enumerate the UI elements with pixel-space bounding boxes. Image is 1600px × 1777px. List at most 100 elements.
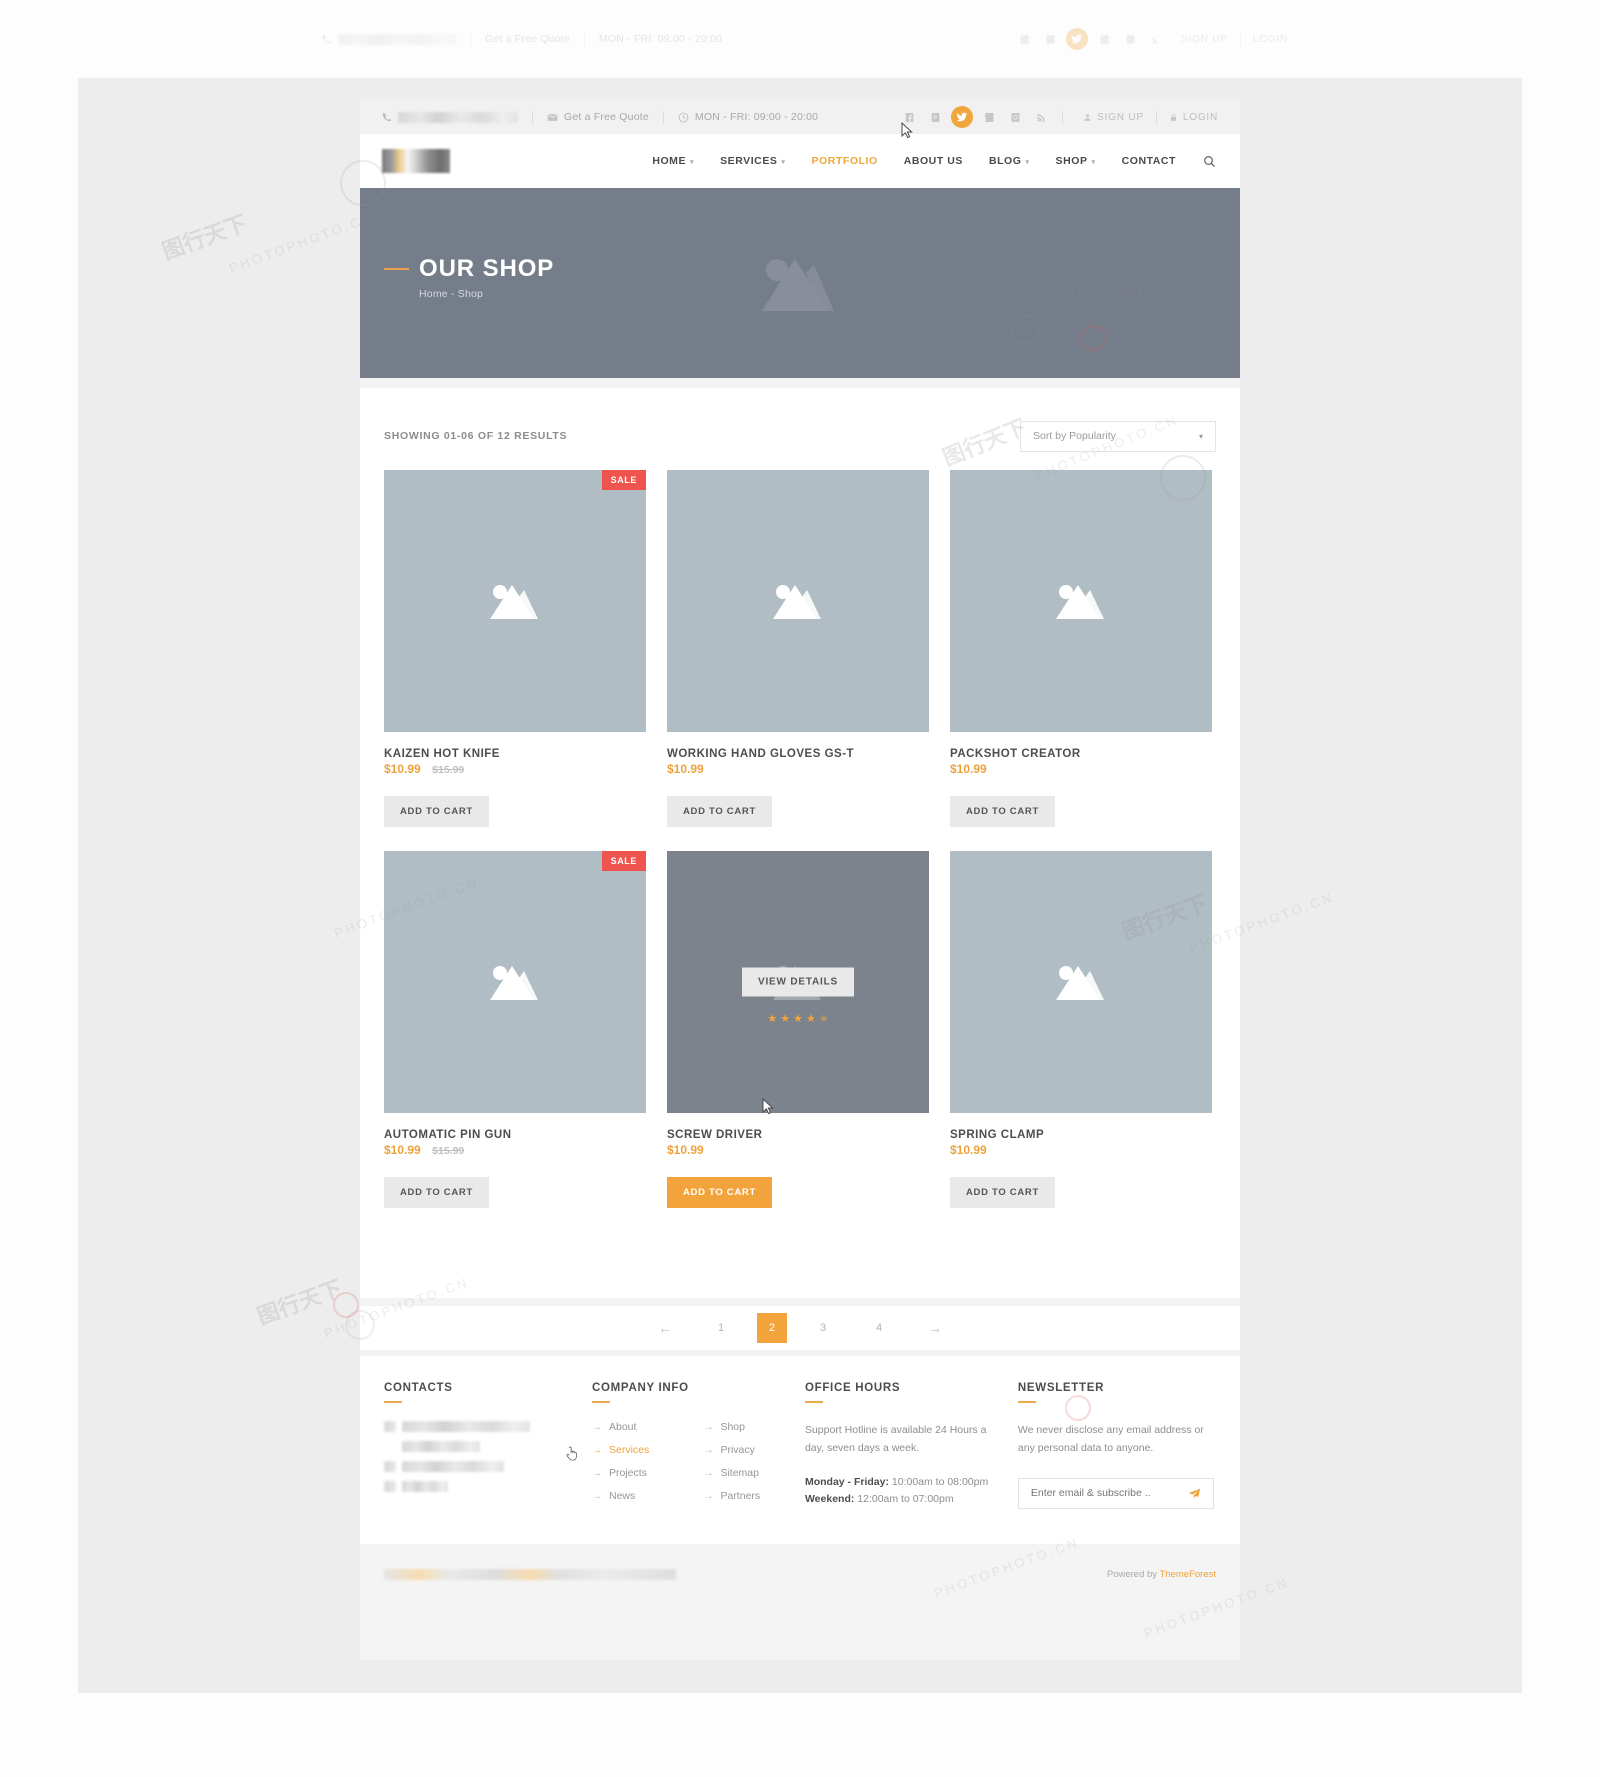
- faded-phone: [308, 33, 470, 45]
- contacts-details-masked: [384, 1421, 592, 1492]
- footer-newsletter-column: NEWSLETTER We never disclose any email a…: [1017, 1382, 1216, 1544]
- nav-item-portfolio[interactable]: PORTFOLIO: [799, 155, 891, 167]
- search-icon[interactable]: [1189, 155, 1222, 168]
- footer-link-about[interactable]: → About: [592, 1421, 693, 1433]
- image-placeholder-icon: [1056, 966, 1104, 1000]
- footer-link-news[interactable]: → News: [592, 1490, 693, 1502]
- sign-up-label: SIGN UP: [1097, 111, 1144, 123]
- pagination-next[interactable]: →: [920, 1313, 950, 1343]
- product-thumbnail[interactable]: [950, 851, 1212, 1113]
- product-card[interactable]: SALE AUTOMATIC PIN GUN $10.99 $15.99 ADD…: [384, 851, 646, 1208]
- phone-info: [368, 111, 532, 123]
- add-to-cart-button[interactable]: ADD TO CART: [667, 1177, 772, 1208]
- topbar-right: SIGN UP LOGIN: [896, 106, 1240, 128]
- pinterest-icon[interactable]: [925, 107, 945, 127]
- add-to-cart-button[interactable]: ADD TO CART: [667, 796, 772, 827]
- add-to-cart-button[interactable]: ADD TO CART: [384, 796, 489, 827]
- footer-link-privacy[interactable]: → Privacy: [703, 1444, 804, 1456]
- product-title: WORKING HAND GLOVES GS-T: [667, 748, 855, 760]
- newsletter-email-input[interactable]: [1030, 1487, 1181, 1500]
- rss-icon[interactable]: [1031, 107, 1051, 127]
- add-to-cart-button[interactable]: ADD TO CART: [950, 1177, 1055, 1208]
- page-top-strip: Get a Free Quote MON - FRI: 09:00 - 20:0…: [0, 0, 1600, 78]
- product-thumbnail[interactable]: SALE: [384, 470, 646, 732]
- arrow-right-icon: →: [592, 1490, 602, 1502]
- arrow-right-icon: →: [592, 1421, 602, 1433]
- sign-up-link[interactable]: SIGN UP: [1071, 112, 1156, 123]
- envelope-icon: [547, 112, 558, 123]
- product-card[interactable]: SPRING CLAMP $10.99 ADD TO CART: [950, 851, 1212, 1208]
- arrow-right-icon: →: [592, 1444, 602, 1456]
- product-price: $10.99: [667, 762, 704, 776]
- product-price-row: $10.99: [950, 760, 1212, 778]
- footer-link-sitemap[interactable]: → Sitemap: [703, 1467, 804, 1479]
- nav-item-services[interactable]: SERVICES ▾: [707, 155, 798, 167]
- image-placeholder-icon: [1056, 585, 1104, 619]
- footer-link-services[interactable]: → Services: [592, 1444, 693, 1456]
- product-card[interactable]: WORKING HAND GLOVES GS-T $10.99 ADD TO C…: [667, 470, 929, 827]
- add-to-cart-button[interactable]: ADD TO CART: [384, 1177, 489, 1208]
- nav-label: PORTFOLIO: [811, 155, 878, 167]
- footer-link-partners[interactable]: → Partners: [703, 1490, 804, 1502]
- product-thumbnail[interactable]: SALE: [384, 851, 646, 1113]
- page-hero-banner: OUR SHOP Home - Shop: [360, 188, 1240, 378]
- pagination-page-2[interactable]: 2: [757, 1313, 787, 1343]
- office-hours-info: MON - FRI: 09:00 - 20:00: [664, 111, 832, 123]
- product-price-row: $10.99: [667, 1141, 929, 1159]
- vimeo-icon[interactable]: [979, 107, 999, 127]
- pagination-prev[interactable]: ←: [650, 1313, 680, 1343]
- footer-company-column: COMPANY INFO → About → Shop → Services →…: [592, 1382, 805, 1544]
- hero-text-block: OUR SHOP Home - Shop: [384, 255, 554, 300]
- view-details-button[interactable]: VIEW DETAILS: [742, 967, 854, 997]
- facebook-icon[interactable]: [899, 107, 919, 127]
- newsletter-text: We never disclose any email address or a…: [1017, 1424, 1204, 1455]
- site-logo[interactable]: [382, 149, 450, 173]
- twitter-icon[interactable]: [951, 106, 974, 128]
- footer-accent-rule: [384, 1401, 402, 1403]
- product-thumbnail[interactable]: [667, 470, 929, 732]
- powered-brand[interactable]: ThemeForest: [1160, 1569, 1217, 1580]
- pagination-page-4[interactable]: 4: [864, 1313, 894, 1343]
- nav-item-home[interactable]: HOME ▾: [639, 155, 707, 167]
- product-card-hovered[interactable]: VIEW DETAILS ★ ★ ★ ★ ★ SCREW DRIVER $10.…: [667, 851, 929, 1208]
- arrow-right-icon: →: [592, 1467, 602, 1479]
- product-price: $10.99: [950, 1143, 987, 1157]
- results-count-label: SHOWING 01-06 OF 12 RESULTS: [384, 430, 568, 442]
- nav-item-shop[interactable]: SHOP ▾: [1043, 155, 1109, 167]
- image-placeholder-icon: [490, 966, 538, 1000]
- nav-item-contact[interactable]: CONTACT: [1109, 155, 1189, 167]
- pagination-page-3[interactable]: 3: [808, 1313, 838, 1343]
- star-icon: ★: [780, 1013, 791, 1025]
- sale-badge: SALE: [601, 851, 646, 871]
- star-half-icon: ★: [818, 1013, 829, 1025]
- footer-link-label: News: [609, 1490, 636, 1502]
- add-to-cart-button[interactable]: ADD TO CART: [950, 796, 1055, 827]
- footer-link-shop[interactable]: → Shop: [703, 1421, 804, 1433]
- product-card[interactable]: SALE KAIZEN HOT KNIFE $10.99 $15.99 ADD …: [384, 470, 646, 827]
- get-a-free-quote-link[interactable]: Get a Free Quote: [533, 111, 663, 123]
- footer-link-projects[interactable]: → Projects: [592, 1467, 693, 1479]
- lock-icon: [1169, 113, 1178, 122]
- login-link[interactable]: LOGIN: [1157, 112, 1230, 123]
- nav-item-about-us[interactable]: ABOUT US: [891, 155, 976, 167]
- product-price: $10.99: [950, 762, 987, 776]
- product-old-price: $15.99: [432, 764, 465, 776]
- product-card[interactable]: PACKSHOT CREATOR $10.99 ADD TO CART: [950, 470, 1212, 827]
- footer-heading: COMPANY INFO: [592, 1382, 689, 1394]
- breadcrumb: Home - Shop: [419, 288, 484, 300]
- footer-office-hours-column: OFFICE HOURS Support Hotline is availabl…: [804, 1382, 1018, 1544]
- arrow-right-icon: →: [703, 1490, 714, 1502]
- product-thumbnail[interactable]: [950, 470, 1212, 732]
- product-price-row: $10.99 $15.99: [384, 760, 646, 778]
- footer-accent-rule: [592, 1401, 610, 1403]
- newsletter-subscribe-form[interactable]: [1017, 1477, 1214, 1509]
- footer-links-grid: → About → Shop → Services → Privacy → Pr…: [592, 1421, 805, 1502]
- pagination-page-1[interactable]: 1: [706, 1313, 736, 1343]
- sort-by-select[interactable]: Sort by Popularity ▾: [1020, 420, 1216, 452]
- quote-label: Get a Free Quote: [564, 111, 649, 123]
- nav-item-blog[interactable]: BLOG ▾: [976, 155, 1043, 167]
- product-thumbnail[interactable]: VIEW DETAILS ★ ★ ★ ★ ★: [667, 851, 929, 1113]
- send-icon[interactable]: [1188, 1487, 1201, 1500]
- instagram-icon[interactable]: [1005, 107, 1025, 127]
- main-navigation: HOME ▾ SERVICES ▾ PORTFOLIO ABOUT US BLO…: [639, 155, 1240, 168]
